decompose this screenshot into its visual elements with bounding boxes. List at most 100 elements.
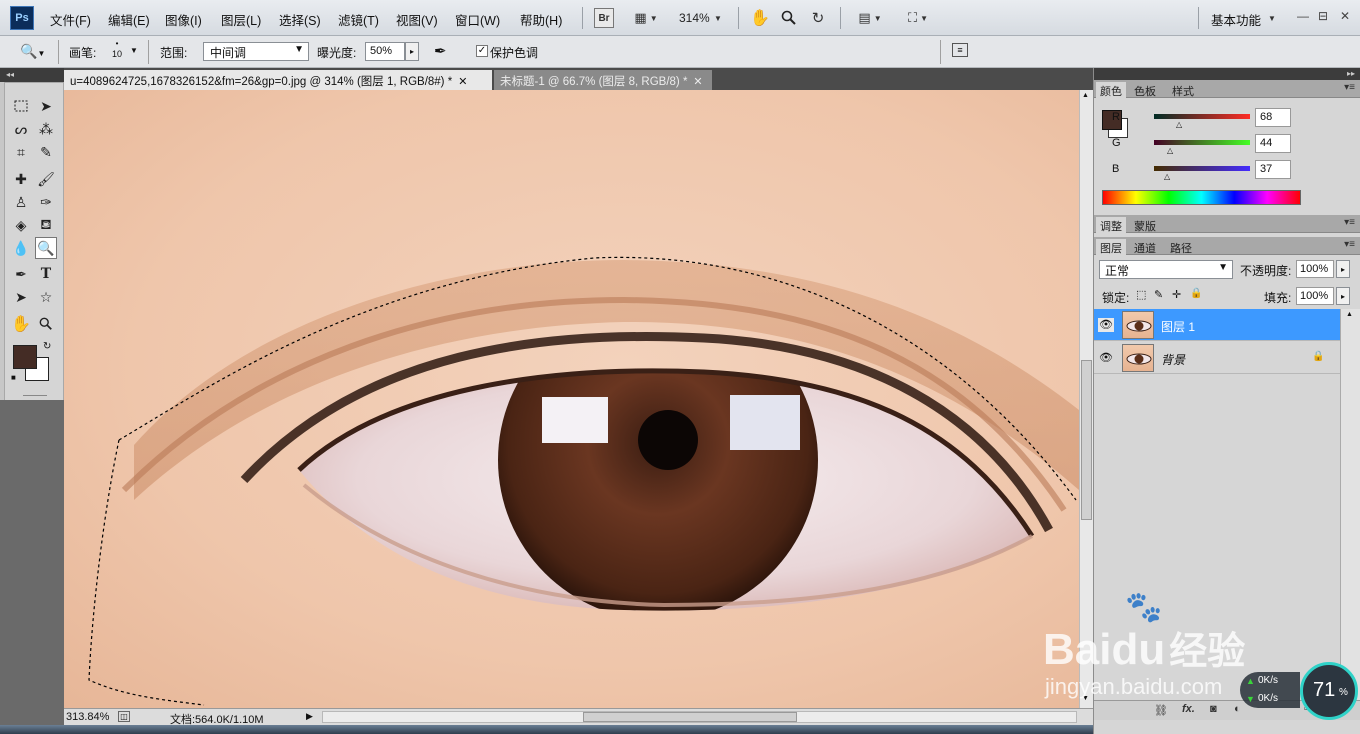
panel-menu-icon[interactable]: ▾≡ [1344, 217, 1355, 228]
menu-view[interactable]: 视图(V) [396, 10, 438, 29]
custom-shape-tool-icon[interactable]: ☆ [35, 286, 57, 308]
zoom-status[interactable]: 313.84% [66, 711, 109, 723]
healing-brush-tool-icon[interactable]: ✚ [10, 168, 32, 190]
status-info-icon[interactable]: ◫ [118, 711, 130, 722]
tab-styles[interactable]: 样式 [1168, 82, 1198, 98]
foreground-color-swatch[interactable] [13, 345, 37, 369]
tab-document-2[interactable]: 未标题-1 @ 66.7% (图层 8, RGB/8) * ✕ [494, 70, 712, 90]
lock-pixels-icon[interactable]: ✎ [1154, 288, 1163, 301]
close-tab-icon[interactable]: ✕ [693, 76, 702, 88]
crop-tool-icon[interactable]: ⌗ [10, 141, 32, 163]
swap-colors-icon[interactable]: ↻ [43, 341, 51, 352]
green-value-input[interactable]: 44 [1255, 134, 1291, 153]
menu-select[interactable]: 选择(S) [279, 10, 321, 29]
fill-input[interactable]: 100% [1296, 287, 1334, 305]
tab-color[interactable]: 颜色 [1096, 82, 1126, 98]
close-tab-icon[interactable]: ✕ [458, 76, 467, 88]
hand-tool-icon[interactable]: ✋ [750, 8, 770, 28]
red-slider[interactable] [1154, 114, 1250, 119]
tab-layers[interactable]: 图层 [1096, 239, 1126, 255]
tab-masks[interactable]: 蒙版 [1130, 217, 1160, 233]
menu-window[interactable]: 窗口(W) [455, 10, 500, 29]
vertical-scroll-thumb[interactable] [1081, 360, 1092, 520]
default-colors-icon[interactable]: ■ [11, 373, 16, 382]
type-tool-icon[interactable]: T [35, 263, 57, 285]
move-tool-icon[interactable]: ➤ [35, 95, 57, 117]
magic-wand-tool-icon[interactable]: ⁂ [35, 118, 57, 140]
history-brush-tool-icon[interactable]: ✑ [35, 191, 57, 213]
menu-help[interactable]: 帮助(H) [520, 10, 562, 29]
panel-toggle-icon[interactable]: ≡ [952, 43, 968, 57]
dock-collapse-icon[interactable]: ▸▸ [1094, 68, 1360, 80]
blur-tool-icon[interactable]: 💧 [10, 237, 32, 259]
blue-slider[interactable] [1154, 166, 1250, 171]
pen-tool-icon[interactable]: ✒ [10, 263, 32, 285]
opacity-input[interactable]: 100% [1296, 260, 1334, 278]
airbrush-icon[interactable]: ✒ [434, 42, 447, 60]
marquee-tool-icon[interactable] [10, 95, 32, 117]
menu-layer[interactable]: 图层(L) [221, 10, 261, 29]
eye-icon[interactable]: 👁 [1098, 318, 1114, 332]
menu-filter[interactable]: 滤镜(T) [338, 10, 379, 29]
tab-document-1[interactable]: u=4089624725,1678326152&fm=26&gp=0.jpg @… [64, 70, 492, 90]
zoom-tool-icon[interactable] [35, 313, 57, 335]
network-speed-widget[interactable]: ▲ 0K/s ▼ 0K/s 71 % [1238, 660, 1360, 724]
green-slider[interactable] [1154, 140, 1250, 145]
tab-paths[interactable]: 路径 [1166, 239, 1196, 255]
status-menu-arrow-icon[interactable]: ▶ [306, 711, 313, 722]
workspace-switcher[interactable]: 基本功能 [1211, 10, 1261, 29]
close-icon[interactable]: ✕ [1340, 9, 1350, 23]
lock-all-icon[interactable]: 🔒 [1190, 288, 1202, 299]
exposure-input[interactable]: 50% [365, 42, 405, 61]
arrange-documents-icon[interactable]: ▤ ▼ [852, 8, 888, 28]
tab-adjustments[interactable]: 调整 [1096, 217, 1126, 233]
scroll-up-icon[interactable]: ▲ [1346, 311, 1353, 318]
opacity-slider-toggle[interactable]: ▸ [1336, 260, 1350, 278]
bridge-button[interactable]: Br [594, 8, 614, 28]
color-spectrum-bar[interactable] [1102, 190, 1301, 205]
restore-icon[interactable]: ⊟ [1318, 9, 1328, 23]
exposure-slider-toggle[interactable]: ▸ [405, 42, 419, 61]
layer-row-background[interactable]: 👁 背景 🔒 [1094, 342, 1340, 374]
paint-bucket-tool-icon[interactable]: ⛾ [35, 214, 57, 236]
menu-edit[interactable]: 编辑(E) [108, 10, 150, 29]
horizontal-scrollbar[interactable] [322, 711, 1077, 723]
blend-mode-select[interactable]: 正常 ▼ [1099, 260, 1233, 279]
panel-menu-icon[interactable]: ▾≡ [1344, 239, 1355, 250]
brush-dropdown-icon[interactable]: ▼ [130, 46, 138, 55]
brush-picker[interactable]: • 10 [108, 39, 126, 65]
red-value-input[interactable]: 68 [1255, 108, 1291, 127]
layer-name[interactable]: 背景 [1161, 351, 1185, 368]
layers-scrollbar[interactable]: ▲ [1340, 309, 1360, 701]
hand-tool-icon[interactable]: ✋ [10, 313, 32, 335]
menu-file[interactable]: 文件(F) [50, 10, 91, 29]
eye-icon[interactable]: 👁 [1098, 351, 1114, 365]
horizontal-scroll-thumb[interactable] [583, 712, 797, 722]
eraser-tool-icon[interactable]: ◈ [10, 214, 32, 236]
toolbox-header[interactable]: ◂◂ [0, 68, 64, 82]
red-slider-thumb[interactable]: △ [1176, 120, 1182, 129]
zoom-tool-icon[interactable] [779, 8, 799, 28]
zoom-dropdown-icon[interactable]: ▼ [714, 8, 722, 28]
tab-swatches[interactable]: 色板 [1130, 82, 1160, 98]
burn-tool-icon[interactable]: 🔍 [35, 237, 57, 259]
fill-slider-toggle[interactable]: ▸ [1336, 287, 1350, 305]
green-slider-thumb[interactable]: △ [1167, 146, 1173, 155]
layer-name[interactable]: 图层 1 [1161, 318, 1195, 335]
path-selection-tool-icon[interactable]: ➤ [10, 286, 32, 308]
screen-mode-toggle-icon[interactable]: ⛶ ▼ [900, 8, 936, 28]
tab-channels[interactable]: 通道 [1130, 239, 1160, 255]
clone-stamp-tool-icon[interactable]: ♙ [10, 191, 32, 213]
zoom-level[interactable]: 314% [679, 11, 710, 25]
blue-value-input[interactable]: 37 [1255, 160, 1291, 179]
protect-tones-checkbox[interactable]: ✓ [476, 45, 488, 57]
screen-mode-icon[interactable]: ▦ ▼ [628, 8, 664, 28]
lasso-tool-icon[interactable]: ᔕ [10, 118, 32, 140]
eyedropper-tool-icon[interactable]: ✎ [35, 141, 57, 163]
burn-tool-preset-icon[interactable]: 🔍▼ [20, 43, 45, 60]
panel-menu-icon[interactable]: ▾≡ [1344, 82, 1355, 93]
document-canvas[interactable] [64, 90, 1079, 708]
layer-row-layer1[interactable]: 👁 图层 1 [1094, 309, 1340, 341]
lock-position-icon[interactable]: ✛ [1172, 288, 1181, 301]
lock-transparent-icon[interactable]: ⬚ [1136, 288, 1146, 301]
